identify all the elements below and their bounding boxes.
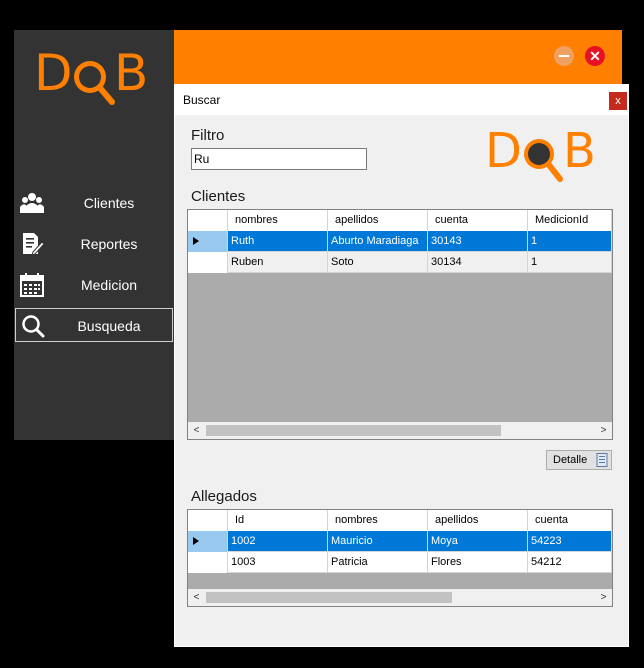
detalle-button-label: Detalle (553, 454, 588, 466)
row-header-corner (188, 210, 228, 231)
column-header-cuenta[interactable]: cuenta (528, 510, 612, 531)
row-header[interactable] (188, 531, 228, 552)
sidebar-item-busqueda[interactable]: Busqueda (15, 308, 173, 342)
report-edit-icon (23, 233, 44, 256)
grid-header: Id nombres apellidos cuenta (188, 510, 612, 532)
column-header-apellidos[interactable]: apellidos (328, 210, 428, 231)
logo-magnifier-icon (524, 139, 563, 182)
row-header[interactable] (188, 552, 228, 573)
row-header[interactable] (188, 231, 228, 252)
table-cell[interactable]: Patricia (328, 552, 428, 573)
sidebar-item-label: Reportes (80, 236, 138, 252)
detalle-button[interactable]: Detalle (546, 450, 612, 470)
sidebar: D B Clientes Reportes Medicion Busqueda (14, 30, 174, 440)
app-logo: D B (34, 44, 154, 110)
column-header-apellidos[interactable]: apellidos (428, 510, 528, 531)
title-bar: ✕ (174, 30, 622, 84)
allegados-grid[interactable]: Id nombres apellidos cuenta 1002 Maurici… (187, 509, 613, 607)
document-icon (596, 453, 608, 467)
table-row[interactable]: Ruben Soto 30134 1 (188, 252, 612, 273)
table-cell[interactable]: Moya (428, 531, 528, 552)
logo-letter-d: D (485, 123, 522, 179)
table-cell[interactable]: Ruth (228, 231, 328, 252)
sidebar-item-reportes[interactable]: Reportes (14, 226, 174, 262)
dialog-title-bar: Buscar x (175, 85, 628, 115)
current-row-arrow-icon (193, 537, 199, 545)
clientes-label: Clientes (191, 188, 246, 205)
table-cell[interactable]: Aburto Maradiaga (328, 231, 428, 252)
dialog-title: Buscar (183, 93, 221, 107)
scroll-right-arrow[interactable]: > (595, 422, 612, 439)
table-cell[interactable]: 30134 (428, 252, 528, 273)
table-row[interactable]: 1002 Mauricio Moya 54223 (188, 531, 612, 552)
row-header-corner (188, 510, 228, 531)
table-cell[interactable]: 54223 (528, 531, 612, 552)
horizontal-scrollbar[interactable]: < > (188, 422, 612, 439)
calendar-icon (20, 273, 44, 297)
sidebar-item-label: Clientes (83, 195, 135, 211)
dialog-logo: D B (485, 123, 605, 187)
sidebar-item-label: Medicion (80, 277, 138, 293)
filter-input[interactable]: Ru (191, 148, 367, 170)
scrollbar-thumb[interactable] (206, 592, 452, 603)
table-cell[interactable]: 54212 (528, 552, 612, 573)
horizontal-scrollbar[interactable]: < > (188, 589, 612, 606)
grid-header: nombres apellidos cuenta MedicionId (188, 210, 612, 232)
column-header-id[interactable]: Id (228, 510, 328, 531)
filter-label: Filtro (191, 127, 225, 144)
column-header-cuenta[interactable]: cuenta (428, 210, 528, 231)
close-icon: ✕ (589, 48, 601, 64)
table-cell[interactable]: Flores (428, 552, 528, 573)
buscar-dialog: Buscar x Filtro Ru D B Clientes nombres … (174, 84, 629, 647)
dialog-close-button[interactable]: x (609, 92, 627, 110)
table-cell[interactable]: Soto (328, 252, 428, 273)
allegados-label: Allegados (191, 488, 257, 505)
logo-letter-b: B (114, 44, 149, 102)
sidebar-item-medicion[interactable]: Medicion (14, 267, 174, 303)
column-header-nombres[interactable]: nombres (328, 510, 428, 531)
scroll-left-arrow[interactable]: < (188, 589, 205, 606)
search-icon (22, 315, 45, 338)
logo-letter-b: B (563, 123, 596, 179)
minimize-button[interactable] (554, 46, 574, 66)
users-icon (20, 193, 44, 213)
table-cell[interactable]: 30143 (428, 231, 528, 252)
table-row[interactable]: 1003 Patricia Flores 54212 (188, 552, 612, 573)
logo-letter-d: D (34, 44, 73, 102)
table-cell[interactable]: 1 (528, 252, 612, 273)
table-cell[interactable]: 1003 (228, 552, 328, 573)
sidebar-item-clientes[interactable]: Clientes (14, 185, 174, 221)
clientes-grid[interactable]: nombres apellidos cuenta MedicionId Ruth… (187, 209, 613, 440)
table-cell[interactable]: Mauricio (328, 531, 428, 552)
logo-magnifier-icon (74, 61, 115, 105)
close-button[interactable]: ✕ (585, 46, 605, 66)
table-cell[interactable]: Ruben (228, 252, 328, 273)
table-cell[interactable]: 1 (528, 231, 612, 252)
column-header-medicionid[interactable]: MedicionId (528, 210, 612, 231)
scrollbar-thumb[interactable] (206, 425, 501, 436)
scroll-right-arrow[interactable]: > (595, 589, 612, 606)
scroll-left-arrow[interactable]: < (188, 422, 205, 439)
minimize-icon (559, 55, 569, 57)
current-row-arrow-icon (193, 237, 199, 245)
sidebar-item-label: Busqueda (77, 318, 141, 334)
table-row[interactable]: Ruth Aburto Maradiaga 30143 1 (188, 231, 612, 252)
row-header[interactable] (188, 252, 228, 273)
column-header-nombres[interactable]: nombres (228, 210, 328, 231)
table-cell[interactable]: 1002 (228, 531, 328, 552)
